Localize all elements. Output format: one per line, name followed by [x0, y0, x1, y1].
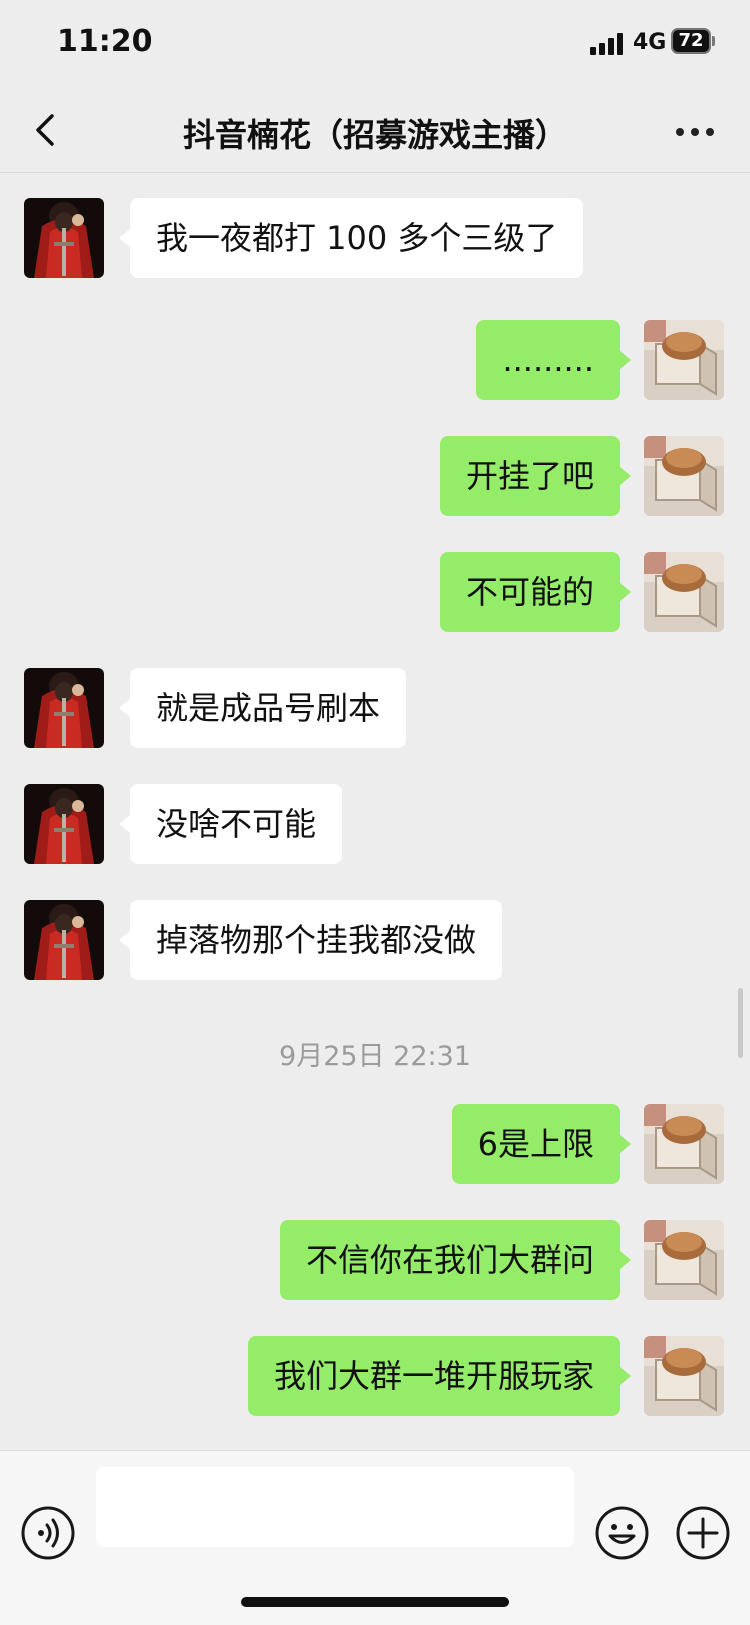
- avatar[interactable]: [24, 900, 104, 980]
- message-outgoing: .........: [0, 320, 750, 400]
- message-bubble[interactable]: 掉落物那个挂我都没做: [118, 900, 503, 980]
- voice-icon[interactable]: [20, 1505, 76, 1561]
- avatar[interactable]: [24, 198, 104, 278]
- message-bubble[interactable]: 就是成品号刷本: [118, 668, 407, 748]
- message-incoming: 就是成品号刷本: [0, 668, 750, 748]
- message-outgoing: 开挂了吧: [0, 436, 750, 516]
- message-incoming: 掉落物那个挂我都没做: [0, 900, 750, 980]
- battery-level: 72: [678, 30, 704, 51]
- message-outgoing: 6是上限: [0, 1104, 750, 1184]
- avatar[interactable]: [644, 1104, 724, 1184]
- chevron-left-icon[interactable]: [28, 110, 68, 150]
- message-bubble[interactable]: 我一夜都打 100 多个三级了: [118, 198, 584, 278]
- status-bar: 11:20 4G 72: [0, 0, 750, 88]
- message-outgoing: 我们大群一堆开服玩家: [0, 1336, 750, 1416]
- message-incoming: 我一夜都打 100 多个三级了: [0, 198, 750, 278]
- plus-icon[interactable]: [675, 1505, 731, 1561]
- home-indicator[interactable]: [241, 1597, 509, 1607]
- signal-icon: [590, 33, 626, 55]
- message-bubble[interactable]: 没啥不可能: [118, 784, 343, 864]
- avatar[interactable]: [644, 1336, 724, 1416]
- message-bubble[interactable]: .........: [476, 320, 631, 400]
- avatar[interactable]: [644, 436, 724, 516]
- message-bubble[interactable]: 开挂了吧: [439, 436, 632, 516]
- emoji-icon[interactable]: [594, 1505, 650, 1561]
- avatar[interactable]: [24, 784, 104, 864]
- message-outgoing: 不信你在我们大群问: [0, 1220, 750, 1300]
- message-bubble[interactable]: 6是上限: [451, 1104, 632, 1184]
- chat-title: 抖音楠花（招募游戏主播）: [182, 116, 567, 154]
- battery-cap: [712, 36, 715, 46]
- more-dots-icon[interactable]: [672, 110, 718, 150]
- message-bubble[interactable]: 不信你在我们大群问: [279, 1220, 632, 1300]
- network-label: 4G: [633, 30, 667, 55]
- message-input[interactable]: [96, 1467, 574, 1547]
- avatar[interactable]: [644, 552, 724, 632]
- chat-header: 抖音楠花（招募游戏主播）: [0, 88, 750, 173]
- message-timestamp: 9月25日 22:31: [279, 1041, 471, 1072]
- scrollbar[interactable]: [738, 988, 743, 1058]
- message-outgoing: 不可能的: [0, 552, 750, 632]
- avatar[interactable]: [644, 320, 724, 400]
- battery-icon: 72: [671, 28, 711, 54]
- avatar[interactable]: [24, 668, 104, 748]
- message-bubble[interactable]: 我们大群一堆开服玩家: [247, 1336, 632, 1416]
- avatar[interactable]: [644, 1220, 724, 1300]
- message-bubble[interactable]: 不可能的: [439, 552, 632, 632]
- message-incoming: 没啥不可能: [0, 784, 750, 864]
- status-time: 11:20: [57, 24, 153, 59]
